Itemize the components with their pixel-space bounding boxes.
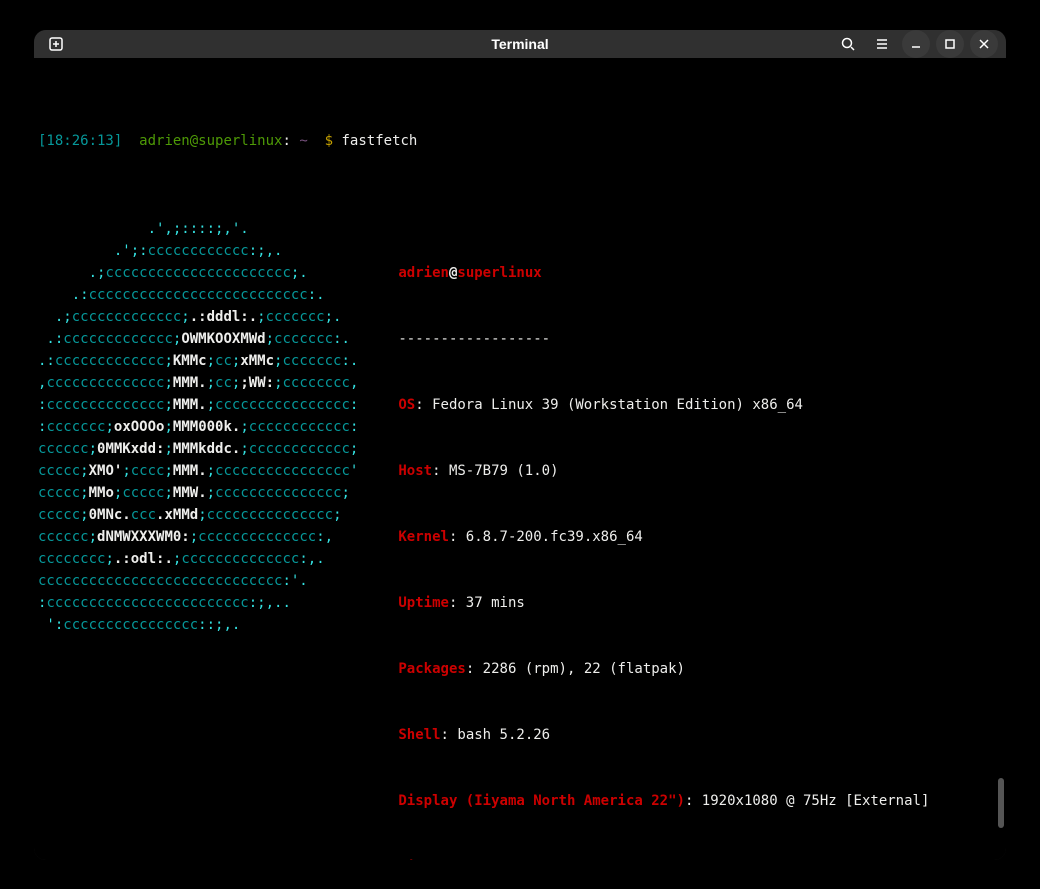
terminal-window: Terminal [18:26:13] adrien@superlinux: ~… bbox=[34, 30, 1006, 860]
minimize-button[interactable] bbox=[902, 30, 930, 58]
prompt-line-1: [18:26:13] adrien@superlinux: ~ $ fastfe… bbox=[38, 130, 1002, 152]
window-title: Terminal bbox=[491, 36, 548, 52]
system-info: adrien@superlinux ------------------ OS:… bbox=[398, 218, 929, 860]
search-icon[interactable] bbox=[834, 30, 862, 58]
titlebar: Terminal bbox=[34, 30, 1006, 58]
menu-icon[interactable] bbox=[868, 30, 896, 58]
maximize-button[interactable] bbox=[936, 30, 964, 58]
ascii-logo: .',;::::;,'. .';:cccccccccccc:;,. .;cccc… bbox=[38, 218, 358, 636]
terminal-content[interactable]: [18:26:13] adrien@superlinux: ~ $ fastfe… bbox=[34, 58, 1006, 860]
scrollbar[interactable] bbox=[998, 778, 1004, 828]
close-button[interactable] bbox=[970, 30, 998, 58]
new-tab-button[interactable] bbox=[42, 30, 70, 58]
